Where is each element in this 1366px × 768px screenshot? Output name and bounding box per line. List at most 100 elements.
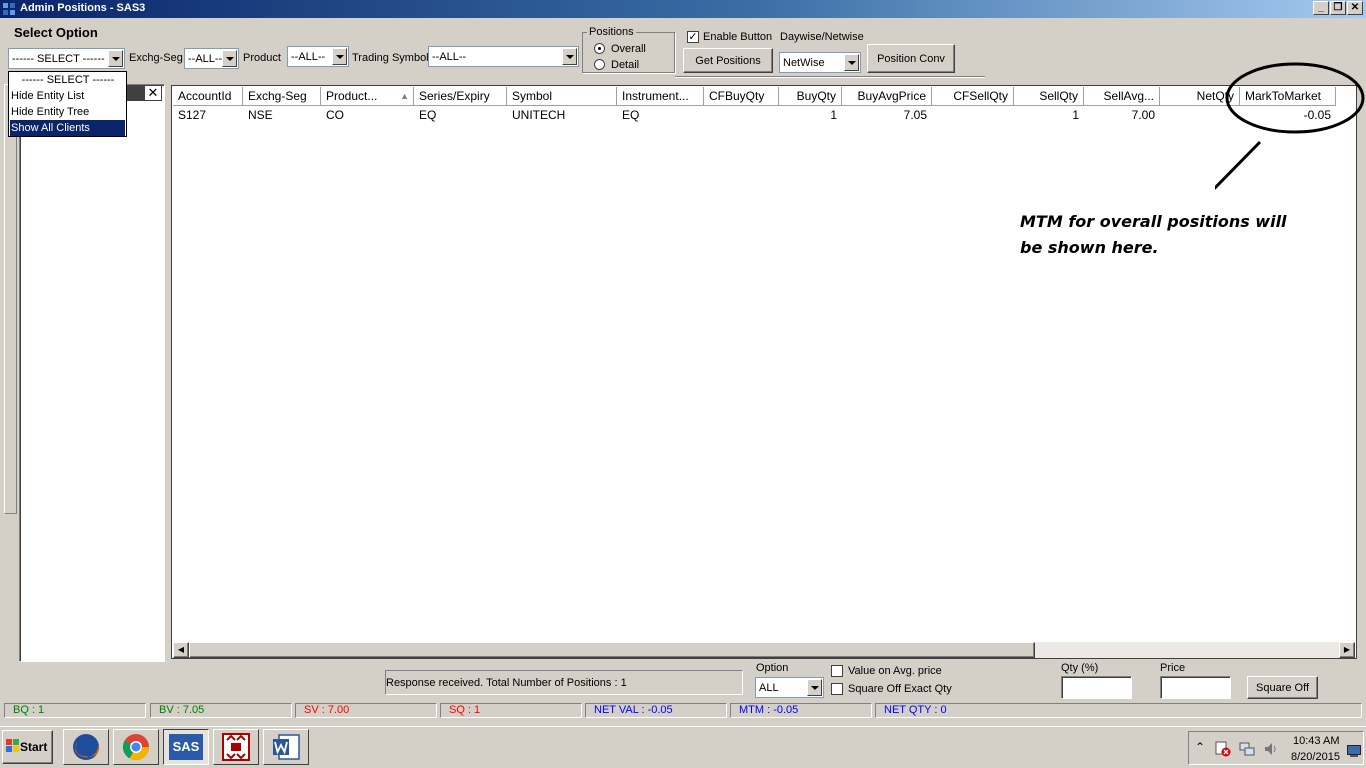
chevron-down-icon[interactable] — [332, 48, 347, 65]
volume-icon[interactable] — [1263, 741, 1279, 757]
netwise-combo[interactable]: NetWise — [779, 52, 861, 73]
flag-icon[interactable] — [1215, 741, 1231, 757]
option-value: ALL — [759, 682, 779, 694]
table-cell[interactable] — [704, 107, 779, 124]
product-label: Product — [243, 52, 281, 64]
chevron-down-icon[interactable] — [807, 679, 822, 696]
price-label: Price — [1160, 662, 1186, 674]
scrollbar-thumb[interactable] — [189, 642, 1035, 658]
detail-label: Detail — [611, 59, 640, 71]
chevron-down-icon[interactable] — [108, 50, 123, 67]
chevron-down-icon[interactable] — [844, 54, 859, 71]
table-cell[interactable]: CO — [321, 107, 414, 124]
trading-symbol-combo[interactable]: --ALL-- — [428, 46, 579, 67]
horizontal-scrollbar[interactable]: ◀ ▶ — [173, 642, 1355, 658]
select-option-dropdown-list[interactable]: ------ SELECT ------ Hide Entity List Hi… — [8, 71, 127, 137]
response-text: Response received. Total Number of Posit… — [386, 677, 627, 689]
restore-button[interactable]: ❐ — [1330, 1, 1346, 15]
windows-logo-icon — [6, 739, 19, 752]
exchg-seg-combo[interactable]: --ALL-- — [184, 48, 239, 69]
column-header-buyqty[interactable]: BuyQty — [779, 87, 842, 106]
status-bq: BQ : 1 — [4, 703, 146, 718]
firefox-icon — [73, 734, 99, 760]
column-header-exchg-seg[interactable]: Exchg-Seg — [243, 87, 321, 106]
trading-symbol-value: --ALL-- — [432, 51, 467, 63]
value-on-avg-label: Value on Avg. price — [848, 665, 942, 677]
column-header-buyavgprice[interactable]: BuyAvgPrice — [842, 87, 932, 106]
daywise-netwise-label: Daywise/Netwise — [780, 31, 864, 43]
select-option-combo[interactable]: ------ SELECT ------ — [8, 48, 125, 69]
clock-time[interactable]: 10:43 AM — [1293, 735, 1339, 747]
column-header-accountid[interactable]: AccountId — [173, 87, 243, 106]
column-header-product[interactable]: Product... ▲ — [321, 87, 414, 106]
table-cell[interactable]: UNITECH — [507, 107, 617, 124]
square-off-exact-checkbox[interactable] — [831, 683, 843, 695]
product-combo[interactable]: --ALL-- — [287, 46, 349, 67]
minimize-button[interactable]: _ — [1313, 1, 1329, 15]
square-off-button[interactable]: Square Off — [1247, 676, 1318, 699]
table-cell[interactable]: EQ — [617, 107, 704, 124]
start-button[interactable]: Start — [2, 730, 53, 764]
table-cell[interactable]: 7.00 — [1084, 107, 1160, 124]
app-icon — [3, 3, 15, 15]
close-button[interactable]: ✕ — [1347, 1, 1363, 15]
table-cell[interactable]: NSE — [243, 107, 321, 124]
column-header-series-expiry[interactable]: Series/Expiry — [414, 87, 507, 106]
table-cell[interactable] — [932, 107, 1014, 124]
overall-radio[interactable] — [594, 43, 605, 54]
enable-button-checkbox[interactable]: ✓ — [687, 31, 699, 43]
taskbar-sas[interactable]: SAS — [163, 729, 209, 765]
chevron-down-icon[interactable] — [222, 50, 237, 67]
column-header-cfsellqty[interactable]: CFSellQty — [932, 87, 1014, 106]
taskbar: Start SAS ⌃ 10:43 AM 8/20/2015 — [0, 726, 1366, 768]
table-cell[interactable]: 1 — [779, 107, 842, 124]
detail-radio[interactable] — [594, 59, 605, 70]
taskbar-firefox[interactable] — [63, 729, 109, 765]
column-header-sellavg[interactable]: SellAvg... — [1084, 87, 1160, 106]
column-header-cfbuyqty[interactable]: CFBuyQty — [704, 87, 779, 106]
status-mtm: MTM : -0.05 — [730, 703, 872, 718]
dropdown-option-hide-entity-tree[interactable]: Hide Entity Tree — [10, 104, 125, 120]
sas-icon: SAS — [169, 734, 203, 760]
price-input[interactable] — [1160, 676, 1231, 699]
status-sv: SV : 7.00 — [295, 703, 437, 718]
get-positions-button[interactable]: Get Positions — [683, 48, 773, 73]
status-bv: BV : 7.05 — [150, 703, 292, 718]
annotation-line-1: MTM for overall positions will — [1020, 212, 1287, 231]
dropdown-option-show-all-clients[interactable]: Show All Clients — [10, 120, 125, 136]
close-icon[interactable]: ✕ — [144, 85, 162, 101]
enable-button-label: Enable Button — [703, 31, 773, 43]
option-combo[interactable]: ALL — [755, 677, 824, 698]
column-header-sellqty[interactable]: SellQty — [1014, 87, 1084, 106]
scroll-right-icon[interactable]: ▶ — [1339, 642, 1355, 658]
entity-tree-panel[interactable] — [19, 84, 165, 662]
annotation-text: MTM for overall positions will be shown … — [1020, 209, 1320, 261]
show-desktop-icon[interactable] — [1347, 745, 1361, 757]
positions-group-title: Positions — [587, 26, 636, 38]
chevron-down-icon[interactable] — [562, 48, 577, 65]
start-label: Start — [20, 740, 48, 754]
column-header-symbol[interactable]: Symbol — [507, 87, 617, 106]
taskbar-chrome[interactable] — [113, 729, 159, 765]
clock-date[interactable]: 8/20/2015 — [1291, 751, 1340, 763]
taskbar-word[interactable] — [263, 729, 309, 765]
left-splitter[interactable] — [4, 84, 17, 514]
qty-label: Qty (%) — [1061, 662, 1099, 674]
value-on-avg-checkbox[interactable] — [831, 665, 843, 677]
column-header-product-label: Product... — [326, 89, 378, 103]
network-icon[interactable] — [1239, 741, 1255, 757]
dropdown-option[interactable]: ------ SELECT ------ — [10, 72, 125, 88]
table-cell[interactable]: 7.05 — [842, 107, 932, 124]
position-conv-button[interactable]: Position Conv — [867, 44, 955, 73]
table-cell[interactable]: EQ — [414, 107, 507, 124]
taskbar-nw[interactable] — [213, 729, 259, 765]
table-cell[interactable]: S127 — [173, 107, 243, 124]
qty-input[interactable] — [1061, 676, 1132, 699]
positions-grid[interactable]: AccountId Exchg-Seg Product... ▲ Series/E… — [171, 85, 1357, 659]
column-header-instrument[interactable]: Instrument... — [617, 87, 704, 106]
scroll-left-icon[interactable]: ◀ — [173, 642, 189, 658]
option-label: Option — [756, 662, 789, 674]
chevron-up-icon[interactable]: ⌃ — [1195, 740, 1205, 754]
dropdown-option-hide-entity-list[interactable]: Hide Entity List — [10, 88, 125, 104]
table-cell[interactable]: 1 — [1014, 107, 1084, 124]
